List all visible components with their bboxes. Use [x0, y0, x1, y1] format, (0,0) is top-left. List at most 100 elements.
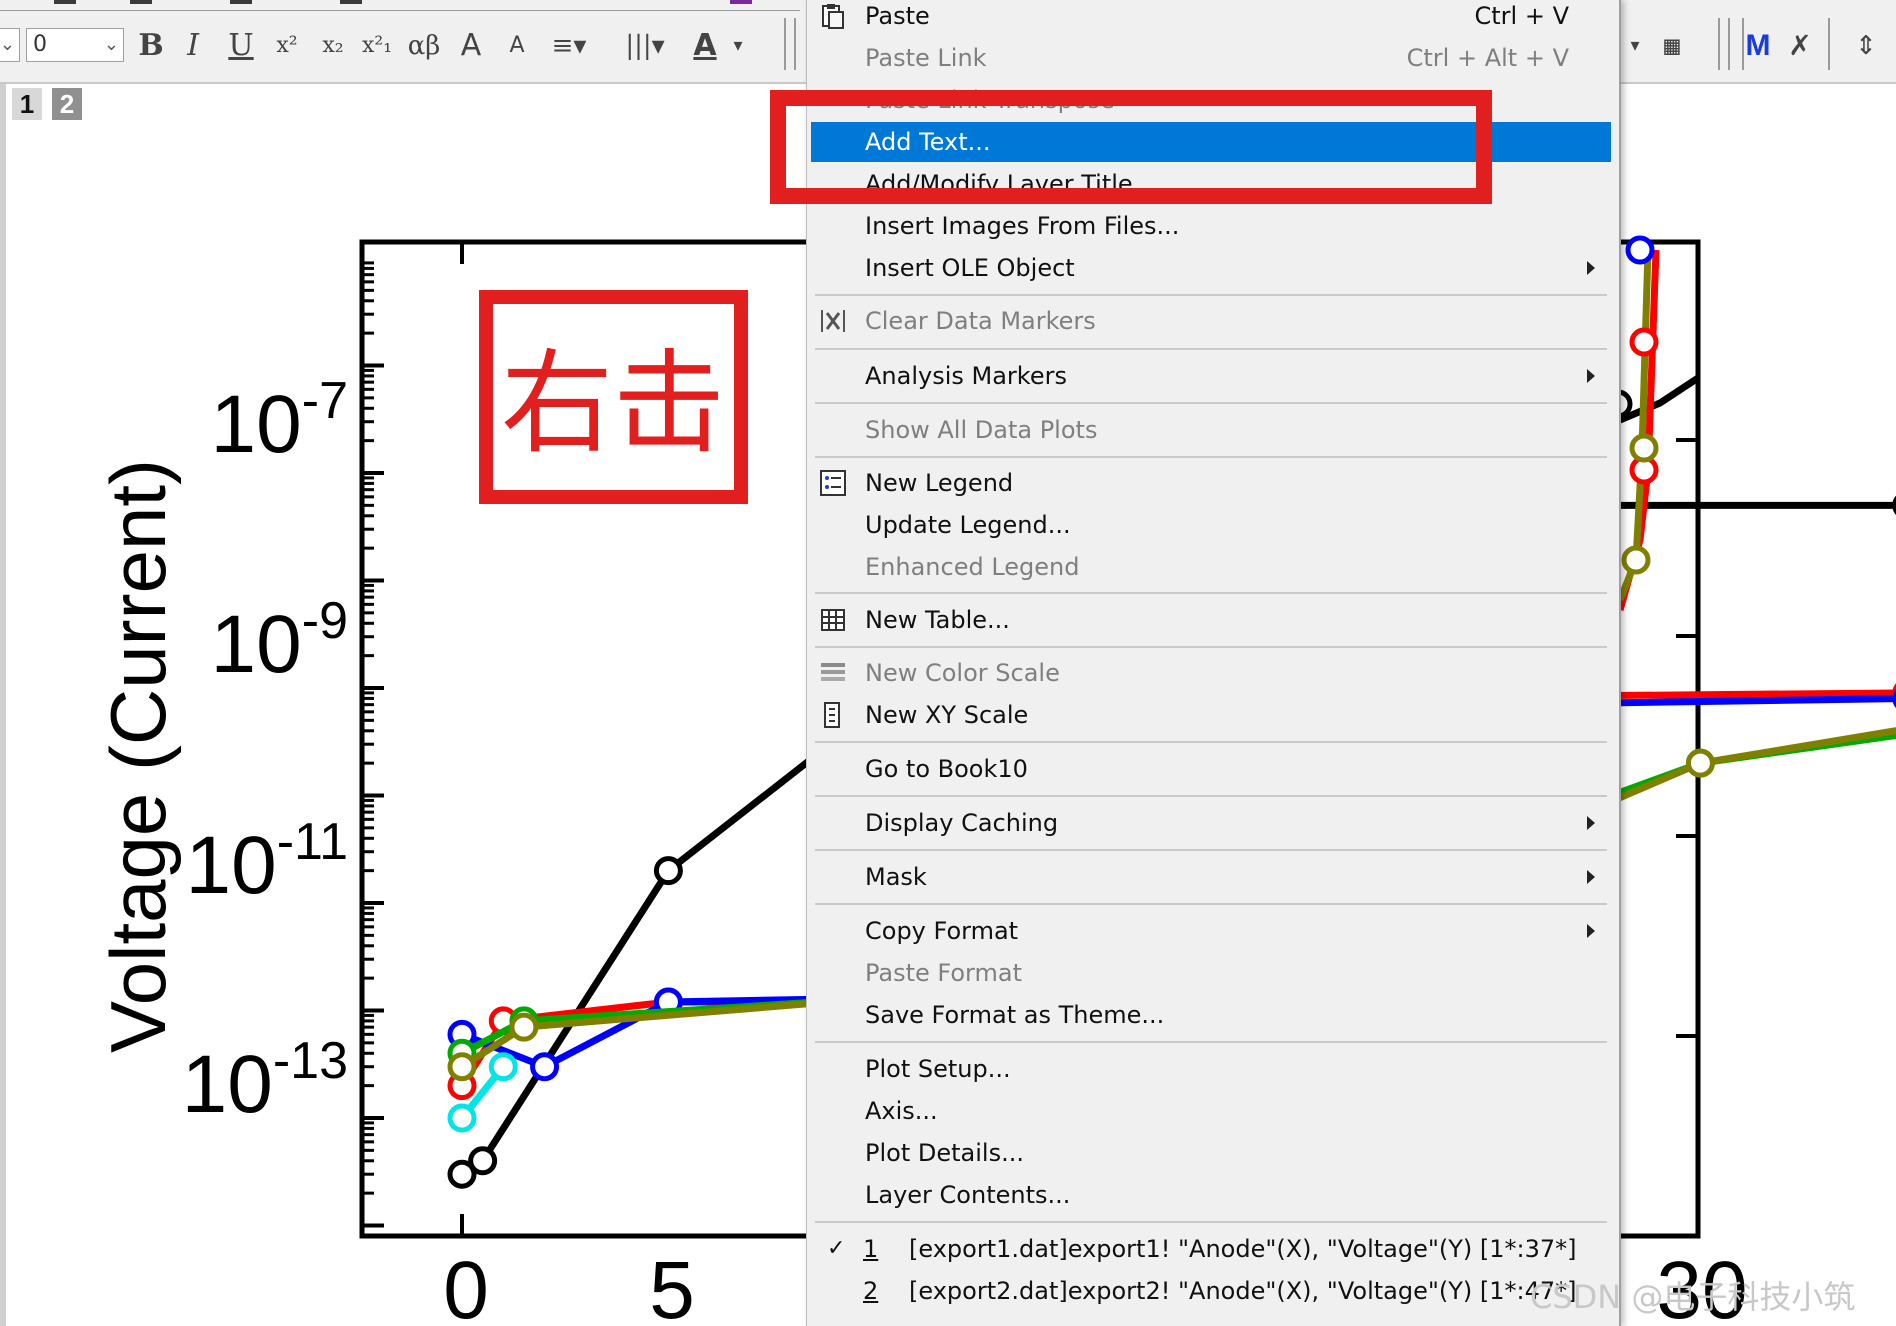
menu-item-label: Clear Data Markers	[865, 307, 1096, 335]
plot-number: 1	[863, 1235, 879, 1263]
menu-item-paste-link-transpose[interactable]: Paste Link Transpose	[811, 80, 1611, 120]
menu-item-label: Plot Details...	[865, 1139, 1024, 1167]
menu-separator	[815, 795, 1607, 797]
menu-item-copy-format[interactable]: Copy Format	[811, 911, 1611, 951]
menu-item-label: Insert Images From Files...	[865, 212, 1180, 240]
menu-item-add-text[interactable]: Add Text...	[811, 122, 1611, 162]
menu-item-label: Paste Format	[865, 959, 1022, 987]
menu-item-label: Add/Modify Layer Title	[865, 170, 1133, 198]
menu-item-axis[interactable]: Axis...	[811, 1091, 1611, 1131]
menu-item-label: Paste Link	[865, 44, 987, 72]
menu-item-shortcut: Ctrl + V	[1474, 2, 1570, 30]
submenu-arrow-icon	[1587, 261, 1595, 275]
series-point[interactable]	[1625, 235, 1655, 265]
menu-item-plot-details[interactable]: Plot Details...	[811, 1133, 1611, 1173]
y-tick-label: 10-9	[211, 592, 348, 690]
menu-plot-item-2[interactable]: 2 [export2.dat]export2! "Anode"(X), "Volt…	[811, 1271, 1611, 1311]
xyscale-icon	[819, 701, 847, 729]
series-point[interactable]	[1629, 327, 1659, 357]
menu-item-new-color-scale[interactable]: New Color Scale	[811, 653, 1611, 693]
menu-item-display-caching[interactable]: Display Caching	[811, 803, 1611, 843]
menu-item-label: Paste Link Transpose	[865, 86, 1115, 114]
y-tick-label: 10-11	[185, 813, 348, 911]
menu-item-shortcut: Ctrl + Alt + V	[1406, 44, 1569, 72]
menu-item-new-xy-scale[interactable]: New XY Scale	[811, 695, 1611, 735]
y-tick-labels: 10-7 10-9 10-11 10-13	[182, 372, 348, 1130]
menu-item-analysis-markers[interactable]: Analysis Markers	[811, 356, 1611, 396]
menu-item-show-all-data-plots[interactable]: Show All Data Plots	[811, 410, 1611, 450]
menu-item-new-table[interactable]: New Table...	[811, 600, 1611, 640]
menu-item-label: Mask	[865, 863, 927, 891]
series-point[interactable]	[1629, 433, 1659, 463]
menu-item-label: Axis...	[865, 1097, 938, 1125]
colorscale-icon	[819, 659, 847, 687]
menu-item-label: Copy Format	[865, 917, 1019, 945]
watermark: CSDN @电子科技小筑	[1530, 1278, 1856, 1316]
menu-item-insert-images-from-files[interactable]: Insert Images From Files...	[811, 206, 1611, 246]
submenu-arrow-icon	[1587, 870, 1595, 884]
menu-item-paste-format[interactable]: Paste Format	[811, 953, 1611, 993]
context-menu: Paste Ctrl + V Paste Link Ctrl + Alt + V Pas…	[806, 0, 1621, 1326]
annotation-text: 右击	[501, 339, 725, 469]
menu-item-save-format-as-theme[interactable]: Save Format as Theme...	[811, 995, 1611, 1035]
series-point[interactable]	[447, 1103, 477, 1133]
series-point[interactable]	[653, 856, 683, 886]
menu-separator	[815, 741, 1607, 743]
submenu-arrow-icon	[1587, 924, 1595, 938]
series-point[interactable]	[509, 1012, 539, 1042]
menu-item-label: Save Format as Theme...	[865, 1001, 1165, 1029]
series-point[interactable]	[1621, 545, 1651, 575]
legend-icon	[819, 469, 847, 497]
menu-item-label: New Color Scale	[865, 659, 1060, 687]
menu-plot-item-1[interactable]: ✓ 1 [export1.dat]export1! "Anode"(X), "Vol…	[811, 1229, 1611, 1269]
submenu-arrow-icon	[1587, 369, 1595, 383]
series-line-1-right[interactable]	[1618, 375, 1700, 424]
submenu-arrow-icon	[1587, 816, 1595, 830]
series-point[interactable]	[530, 1052, 560, 1082]
x-tick-label: 0	[443, 1245, 489, 1326]
menu-separator	[815, 903, 1607, 905]
menu-separator	[815, 348, 1607, 350]
paste-icon	[819, 2, 847, 30]
menu-item-label: New Table...	[865, 606, 1010, 634]
menu-item-label: Go to Book10	[865, 755, 1028, 783]
menu-separator	[815, 592, 1607, 594]
table-icon	[819, 606, 847, 634]
menu-item-paste[interactable]: Paste Ctrl + V	[811, 0, 1611, 36]
menu-item-clear-data-markers[interactable]: Clear Data Markers	[811, 301, 1611, 341]
menu-item-add-modify-layer-title[interactable]: Add/Modify Layer Title	[811, 164, 1611, 204]
menu-separator	[815, 646, 1607, 648]
menu-item-enhanced-legend[interactable]: Enhanced Legend	[811, 547, 1611, 587]
series-point[interactable]	[488, 1052, 518, 1082]
menu-separator	[815, 456, 1607, 458]
menu-item-label: Show All Data Plots	[865, 416, 1098, 444]
menu-item-insert-ole-object[interactable]: Insert OLE Object	[811, 248, 1611, 288]
menu-separator	[815, 1041, 1607, 1043]
y-tick-label: 10-7	[211, 372, 348, 470]
menu-item-paste-link[interactable]: Paste Link Ctrl + Alt + V	[811, 38, 1611, 78]
menu-item-label: Add Text...	[865, 128, 991, 156]
menu-item-mask[interactable]: Mask	[811, 857, 1611, 897]
menu-item-label: Paste	[865, 2, 930, 30]
checkmark-icon: ✓	[827, 1236, 846, 1261]
plot-number: 2	[863, 1277, 879, 1305]
series-point[interactable]	[447, 1052, 477, 1082]
menu-item-layer-contents[interactable]: Layer Contents...	[811, 1175, 1611, 1215]
menu-separator	[815, 294, 1607, 296]
menu-item-update-legend[interactable]: Update Legend...	[811, 505, 1611, 545]
menu-item-new-legend[interactable]: New Legend	[811, 463, 1611, 503]
menu-separator	[815, 1221, 1607, 1223]
series-point[interactable]	[1685, 748, 1715, 778]
x-tick-label: 5	[649, 1245, 695, 1326]
menu-item-go-to-book10[interactable]: Go to Book10	[811, 749, 1611, 789]
series-point[interactable]	[468, 1146, 498, 1176]
menu-separator	[815, 849, 1607, 851]
menu-item-label: Update Legend...	[865, 511, 1071, 539]
y-tick-label: 10-13	[182, 1032, 348, 1130]
menu-item-label: Layer Contents...	[865, 1181, 1071, 1209]
menu-item-label: New Legend	[865, 469, 1014, 497]
menu-item-plot-setup[interactable]: Plot Setup...	[811, 1049, 1611, 1089]
menu-item-label: Display Caching	[865, 809, 1059, 837]
clear-icon	[819, 307, 847, 335]
menu-separator	[815, 402, 1607, 404]
